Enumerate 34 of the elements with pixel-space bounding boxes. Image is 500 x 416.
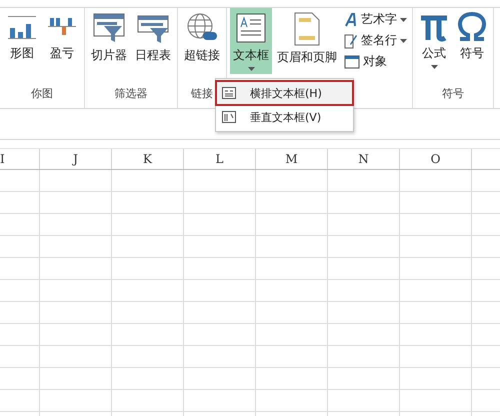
column-header[interactable]: I [0,149,40,169]
pen-page-icon [344,32,358,48]
slicer-icon [92,12,126,44]
ribbon-button[interactable]: 页眉和页脚 [274,8,340,74]
ribbon-button[interactable]: 公式 [416,8,452,74]
ribbon-button[interactable]: 日程表 [132,8,174,74]
ribbon-button[interactable]: 对象 [342,52,409,71]
ribbon-button[interactable]: 艺术字 [342,10,409,29]
group-label: 符号 [441,86,465,101]
column-header[interactable]: L [184,149,256,169]
window-icon [344,54,360,68]
letter-a-icon [344,12,358,26]
column-header[interactable]: K [112,149,184,169]
page-icon [293,12,321,46]
ribbon-button[interactable]: 签名行 [342,31,409,50]
column-header[interactable]: N [328,149,400,169]
group-label: 链接 [190,86,214,101]
omega-icon [457,12,487,42]
menu-item[interactable]: 垂直文本框(V) [216,105,353,129]
group-label: 你图 [30,86,54,101]
ribbon-button[interactable]: 文本框 [230,8,272,74]
group-label: 筛选器 [114,86,148,101]
ribbon-button[interactable]: 形图 [3,8,41,74]
column-header[interactable]: M [256,149,328,169]
column-header[interactable]: J [40,149,112,169]
horizontal-text-icon [222,87,236,99]
ribbon-button[interactable]: 切片器 [88,8,130,74]
column-header[interactable]: O [400,149,472,169]
text-box-icon [235,12,267,44]
vertical-text-icon [222,111,236,123]
ribbon-button[interactable]: 超链接 [181,8,223,74]
ribbon-button[interactable]: 盈亏 [43,8,81,74]
ribbon-button[interactable]: 符号 [454,8,490,74]
menu-item[interactable]: 横排文本框(H) [216,81,353,105]
